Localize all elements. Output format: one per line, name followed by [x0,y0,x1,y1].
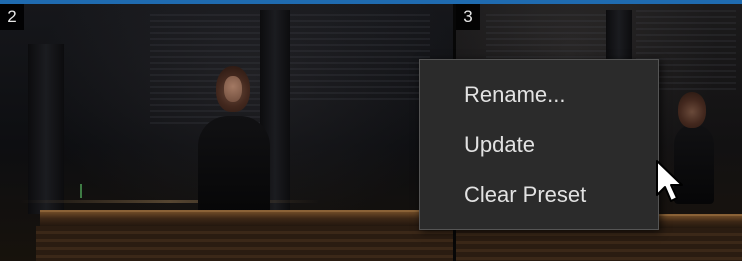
preset-bin: 2 3 Rename... Update Clear Preset [0,0,742,261]
menu-item-update[interactable]: Update [420,120,658,170]
background-window [290,14,430,104]
news-desk-front [456,228,742,261]
selection-accent-bar [0,0,742,4]
menu-item-clear-preset[interactable]: Clear Preset [420,170,658,220]
news-desk-front [36,226,453,261]
preset-thumbnail-2[interactable] [0,4,453,261]
presenter-face [224,76,242,102]
preset-number-badge: 3 [456,4,480,30]
floor-marker [80,184,82,198]
preset-number-badge: 2 [0,4,24,30]
mouse-pointer-icon [656,160,683,202]
presenter-figure [198,116,270,216]
background-pillar [28,44,64,214]
preset-context-menu: Rename... Update Clear Preset [419,59,659,230]
background-shelf [20,200,320,203]
menu-item-rename[interactable]: Rename... [420,70,658,120]
presenter-head [678,92,706,128]
